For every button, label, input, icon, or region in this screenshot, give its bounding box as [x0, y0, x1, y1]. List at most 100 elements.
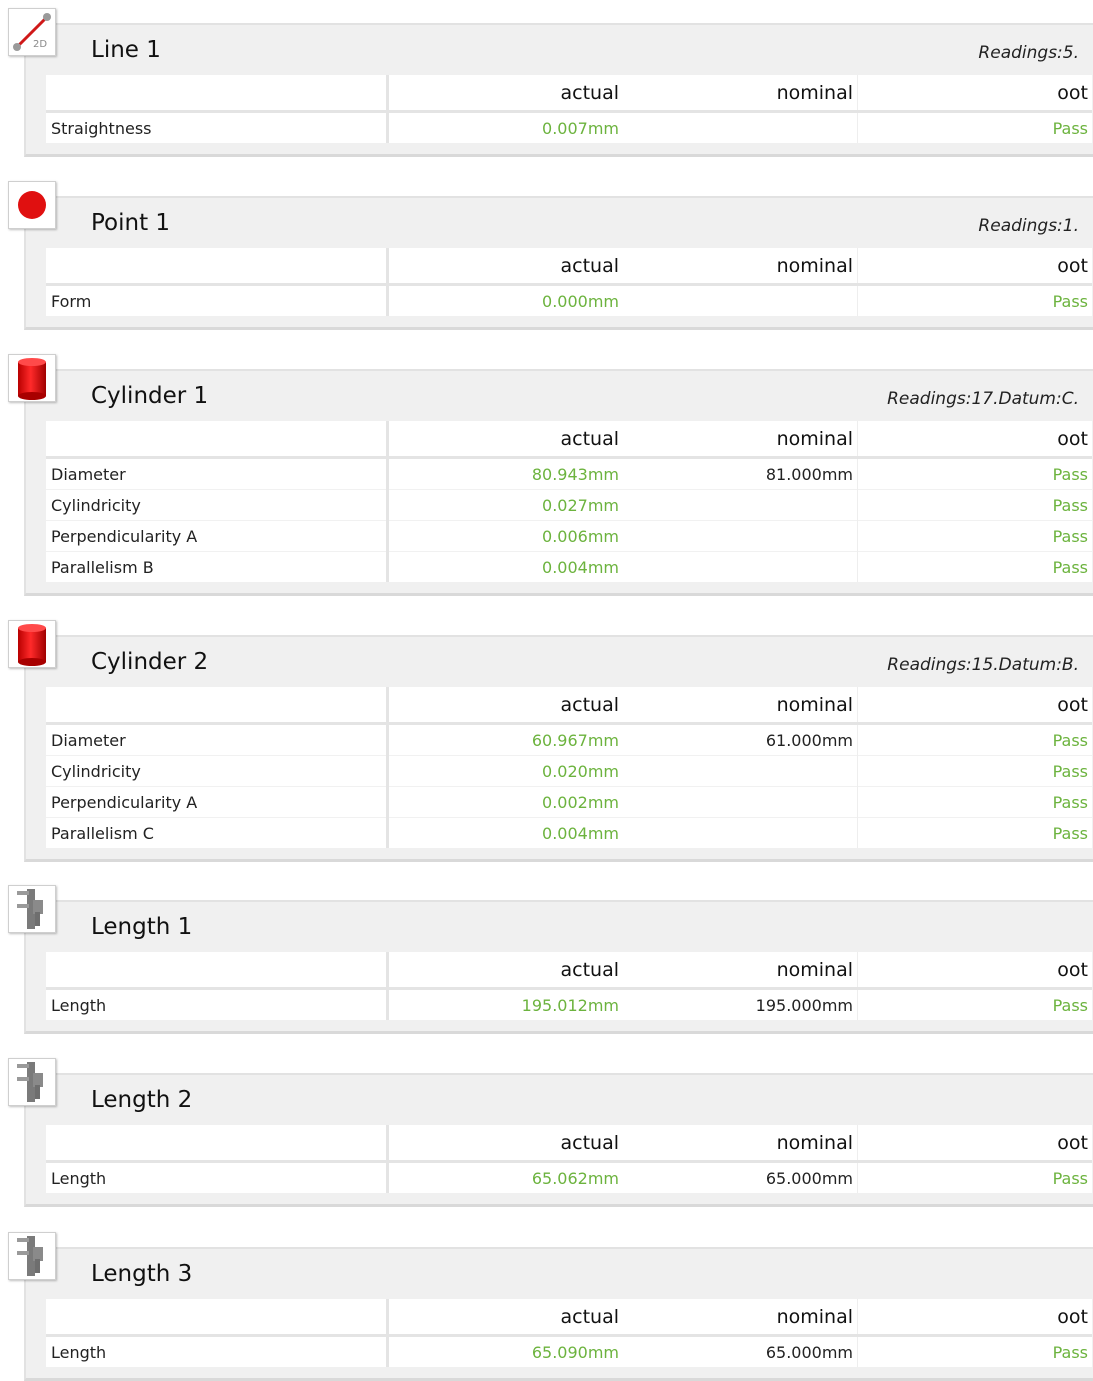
nominal-value: [623, 755, 858, 787]
feature-panel: Line 1 Readings:5. actual nominal oot Straigh…: [24, 23, 1093, 157]
header-nominal: nominal: [623, 952, 858, 990]
actual-value: 65.062mm: [387, 1161, 623, 1193]
caliper-icon: [8, 885, 56, 933]
header-actual: actual: [387, 952, 623, 990]
header-oot: oot: [857, 248, 1092, 286]
table-row: Cylindricity 0.027mm Pass: [46, 489, 1092, 521]
line-2d-icon: 2D: [8, 8, 56, 56]
measurement-name: Perpendicularity A: [46, 520, 389, 552]
feature-panel: Cylinder 1 Readings:17.Datum:C. actual nomi…: [24, 369, 1093, 596]
nominal-value: 61.000mm: [623, 723, 858, 756]
nominal-value: 65.000mm: [623, 1161, 858, 1193]
measurement-name: Length: [46, 988, 389, 1020]
feature-title: Point 1: [91, 210, 171, 236]
header-nominal: nominal: [623, 248, 858, 286]
header-nominal: nominal: [623, 1125, 858, 1163]
measurement-table: actual nominal oot Form 0.000mm Pass: [46, 248, 1092, 316]
table-row: Length 65.090mm 65.000mm Pass: [46, 1335, 1092, 1367]
oot-status: Pass: [857, 988, 1092, 1020]
table-header-row: actual nominal oot: [46, 1299, 1092, 1337]
actual-value: 0.006mm: [387, 520, 623, 552]
readings-label: Readings:1.: [978, 216, 1079, 236]
header-actual: actual: [387, 1299, 623, 1337]
cylinder-icon: [8, 620, 56, 668]
actual-value: 0.007mm: [387, 111, 623, 143]
header-actual: actual: [387, 248, 623, 286]
feature-panel: Length 2 actual nominal oot Length 65.062mm 65…: [24, 1073, 1093, 1207]
measurement-name: Cylindricity: [46, 755, 389, 787]
readings-label: Readings:5.: [978, 43, 1079, 63]
oot-status: Pass: [857, 1335, 1092, 1367]
oot-status: Pass: [857, 786, 1092, 818]
actual-value: 0.027mm: [387, 489, 623, 521]
actual-value: 0.004mm: [387, 551, 623, 582]
caliper-icon: [8, 1232, 56, 1280]
actual-value: 65.090mm: [387, 1335, 623, 1367]
nominal-value: [623, 520, 858, 552]
header-oot: oot: [857, 75, 1092, 113]
table-row: Parallelism C 0.004mm Pass: [46, 817, 1092, 848]
cylinder-icon: [8, 354, 56, 402]
header-oot: oot: [857, 952, 1092, 990]
header-actual: actual: [387, 421, 623, 459]
table-header-row: actual nominal oot: [46, 687, 1092, 725]
header-name-cell: [46, 421, 389, 459]
nominal-value: [623, 284, 858, 316]
nominal-value: 195.000mm: [623, 988, 858, 1020]
actual-value: 0.000mm: [387, 284, 623, 316]
actual-value: 80.943mm: [387, 457, 623, 490]
nominal-value: [623, 111, 858, 143]
oot-status: Pass: [857, 755, 1092, 787]
actual-value: 195.012mm: [387, 988, 623, 1020]
actual-value: 60.967mm: [387, 723, 623, 756]
nominal-value: [623, 551, 858, 582]
feature-title: Length 2: [91, 1087, 193, 1113]
measurement-table: actual nominal oot Length 65.090mm 65.000mm Pa…: [46, 1299, 1092, 1367]
feature-title: Length 3: [91, 1261, 193, 1287]
table-row: Cylindricity 0.020mm Pass: [46, 755, 1092, 787]
measurement-name: Form: [46, 284, 389, 316]
header-oot: oot: [857, 687, 1092, 725]
measurement-name: Length: [46, 1335, 389, 1367]
header-actual: actual: [387, 687, 623, 725]
actual-value: 0.002mm: [387, 786, 623, 818]
table-row: Perpendicularity A 0.006mm Pass: [46, 520, 1092, 552]
oot-status: Pass: [857, 111, 1092, 143]
header-name-cell: [46, 248, 389, 286]
svg-text:2D: 2D: [33, 39, 47, 50]
oot-status: Pass: [857, 551, 1092, 582]
table-row: Diameter 80.943mm 81.000mm Pass: [46, 457, 1092, 490]
table-row: Parallelism B 0.004mm Pass: [46, 551, 1092, 582]
feature-panel: Length 1 actual nominal oot Length 195.012mm 1…: [24, 900, 1093, 1034]
nominal-value: [623, 489, 858, 521]
readings-label: Readings:17.Datum:C.: [887, 389, 1079, 409]
header-actual: actual: [387, 75, 623, 113]
table-header-row: actual nominal oot: [46, 952, 1092, 990]
nominal-value: [623, 786, 858, 818]
feature-title: Cylinder 2: [91, 649, 209, 675]
table-header-row: actual nominal oot: [46, 421, 1092, 459]
table-header-row: actual nominal oot: [46, 75, 1092, 113]
header-oot: oot: [857, 1125, 1092, 1163]
measurement-table: actual nominal oot Diameter 60.967mm 61.000mm…: [46, 687, 1092, 848]
nominal-value: [623, 817, 858, 848]
nominal-value: 65.000mm: [623, 1335, 858, 1367]
feature-panel: Length 3 actual nominal oot Length 65.090mm 65…: [24, 1247, 1093, 1381]
table-row: Form 0.000mm Pass: [46, 284, 1092, 316]
table-row: Diameter 60.967mm 61.000mm Pass: [46, 723, 1092, 756]
table-row: Perpendicularity A 0.002mm Pass: [46, 786, 1092, 818]
measurement-table: actual nominal oot Straightness 0.007mm Pass: [46, 75, 1092, 143]
oot-status: Pass: [857, 817, 1092, 848]
header-actual: actual: [387, 1125, 623, 1163]
header-name-cell: [46, 1299, 389, 1337]
header-nominal: nominal: [623, 75, 858, 113]
caliper-icon: [8, 1058, 56, 1106]
oot-status: Pass: [857, 1161, 1092, 1193]
measurement-table: actual nominal oot Length 195.012mm 195.000mm…: [46, 952, 1092, 1020]
header-nominal: nominal: [623, 421, 858, 459]
header-nominal: nominal: [623, 1299, 858, 1337]
table-header-row: actual nominal oot: [46, 248, 1092, 286]
measurement-table: actual nominal oot Diameter 80.943mm 81.000mm…: [46, 421, 1092, 582]
oot-status: Pass: [857, 723, 1092, 756]
measurement-name: Perpendicularity A: [46, 786, 389, 818]
